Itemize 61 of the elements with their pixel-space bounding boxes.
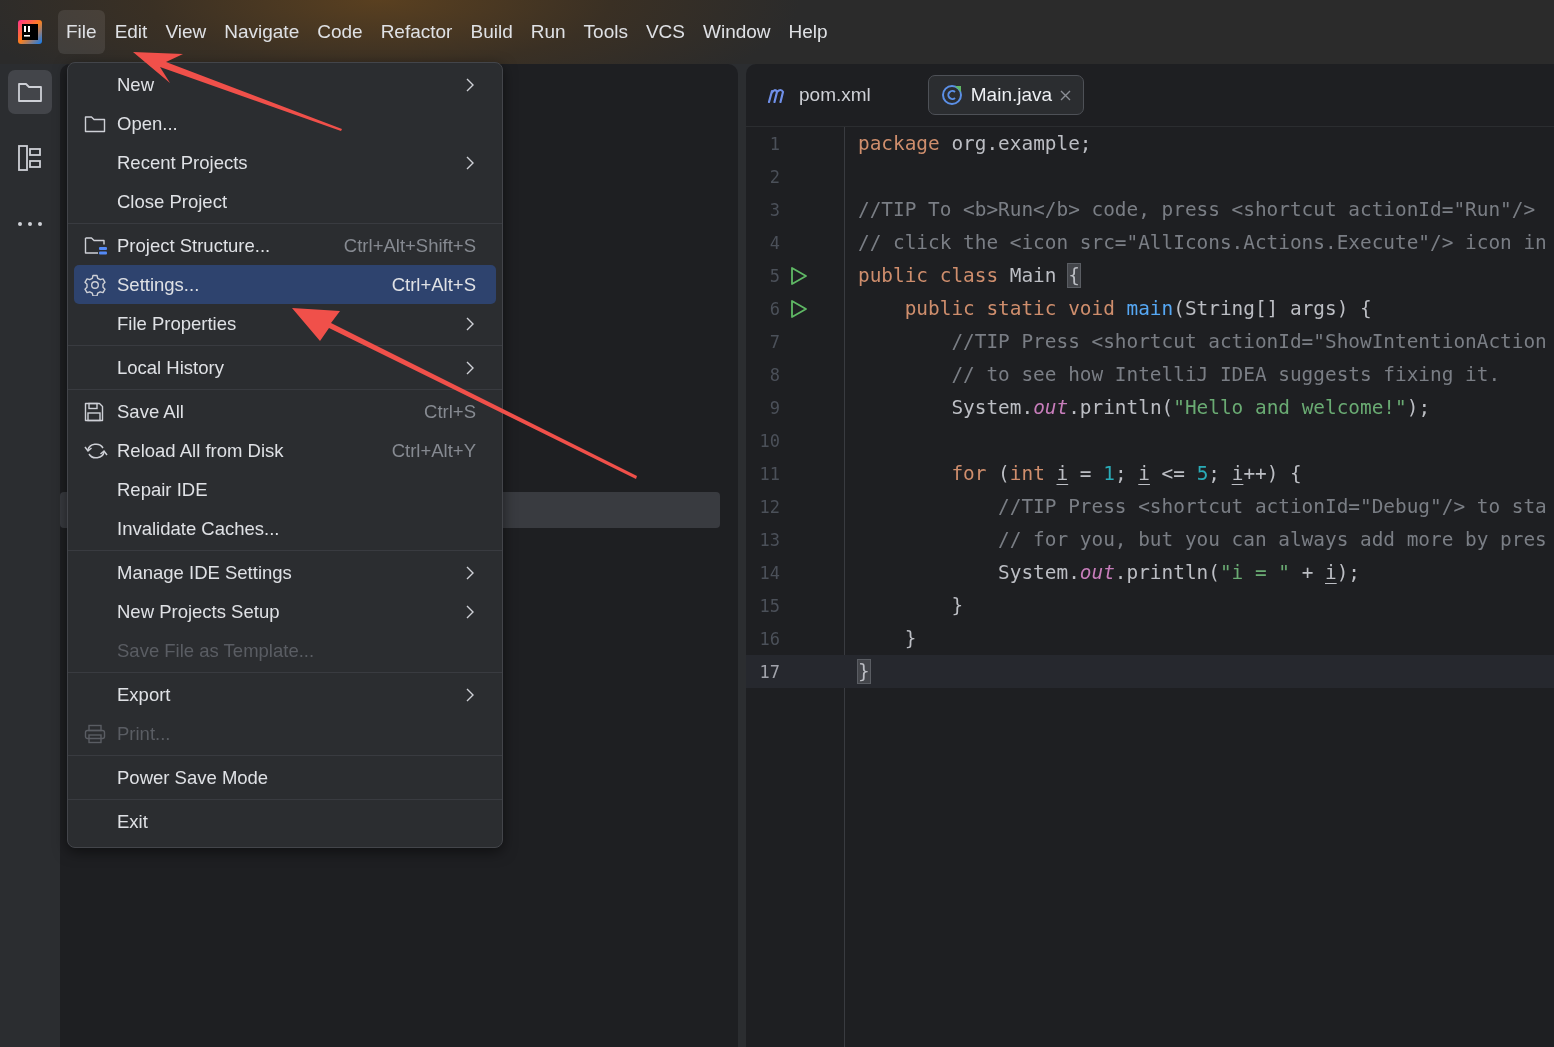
more-icon (17, 221, 43, 227)
code-line: // to see how IntelliJ IDEA suggests fixing it. (950, 363, 1501, 386)
close-icon[interactable] (1060, 89, 1072, 101)
line-number: 17 (758, 661, 780, 682)
menu-item[interactable]: Open... (74, 104, 496, 143)
code-line: // click the <icon src="AllIcons.Actions.Execute"/> icon in (858, 231, 1547, 254)
menu-bar-item[interactable]: VCS (637, 10, 693, 54)
structure-icon (17, 144, 43, 172)
code-line: //TIP To <b>Run</b> code, press <shortcut actionId="Run"/> (858, 198, 1536, 221)
code-line: for (int i = 1; i <= 5; i++) { (950, 462, 1302, 485)
menu-item[interactable]: Reload All from Disk Ctrl+Alt+Y (74, 431, 496, 470)
code-line: System.out.println("i = " + i); (997, 561, 1361, 584)
printer-icon (84, 723, 106, 744)
menu-bar-item[interactable]: Code (309, 10, 371, 54)
menu-item[interactable]: Invalidate Caches... (74, 509, 496, 548)
code-line: } (903, 627, 917, 650)
menu-item[interactable]: Settings... Ctrl+Alt+S (74, 265, 496, 304)
code-line: // for you, but you can always add more by pres (997, 528, 1547, 551)
reload-icon (84, 440, 108, 461)
menu-bar-item[interactable]: Refactor (372, 10, 461, 54)
project-tool-button[interactable] (8, 70, 52, 114)
menu-item[interactable]: Repair IDE (74, 470, 496, 509)
menu-item[interactable]: New Projects Setup (74, 592, 496, 631)
code-line: public class Main { (858, 264, 1080, 287)
code-line: System.out.println("Hello and welcome!"); (950, 396, 1431, 419)
menu-bar-item[interactable]: View (157, 10, 215, 54)
menu-item[interactable]: Recent Projects (74, 143, 496, 182)
code-line: package org.example; (858, 132, 1092, 155)
menu-bar-item[interactable]: Window (695, 10, 779, 54)
menu-bar-item[interactable]: Help (780, 10, 836, 54)
menu-item[interactable]: Export (74, 675, 496, 714)
app-logo-icon (18, 20, 42, 44)
code-line: //TIP Press <shortcut actionId="ShowIntentionAction (950, 330, 1547, 353)
menu-item[interactable]: Exit (74, 802, 496, 841)
folder-icon (84, 114, 106, 133)
menu-item[interactable]: Close Project (74, 182, 496, 221)
shortcut-label: Ctrl+Alt+S (391, 273, 476, 296)
run-icon[interactable] (790, 265, 808, 286)
editor-tab[interactable]: pom.xml (766, 75, 884, 115)
project-structure-icon (84, 235, 108, 256)
menu-item[interactable]: Power Save Mode (74, 758, 496, 797)
settings-icon (84, 273, 106, 296)
menu-item[interactable]: Project Structure... Ctrl+Alt+Shift+S (74, 226, 496, 265)
menu-bar-item[interactable]: Run (522, 10, 574, 54)
editor-tab[interactable]: Main.java (927, 75, 1085, 115)
folder-icon (17, 81, 43, 103)
shortcut-label: Ctrl+Alt+Shift+S (343, 234, 476, 257)
run-icon[interactable] (790, 298, 808, 319)
menu-bar-item[interactable]: Navigate (216, 10, 308, 54)
shortcut-label: Ctrl+S (424, 400, 476, 423)
code-line: //TIP Press <shortcut actionId="Debug"/> to sta (997, 495, 1547, 518)
java-class-icon (940, 84, 963, 106)
menu-item[interactable]: Manage IDE Settings (74, 553, 496, 592)
menu-bar-item[interactable]: Edit (106, 10, 156, 54)
code-line: public static void main(String[] args) { (903, 297, 1372, 320)
shortcut-label: Ctrl+Alt+Y (391, 439, 476, 462)
menu-bar-item[interactable]: Tools (575, 10, 636, 54)
menu-bar-item[interactable]: Build (462, 10, 521, 54)
code-line: } (950, 594, 964, 617)
menu-bar-item[interactable]: File (58, 10, 105, 54)
menu-item[interactable]: Save All Ctrl+S (74, 392, 496, 431)
